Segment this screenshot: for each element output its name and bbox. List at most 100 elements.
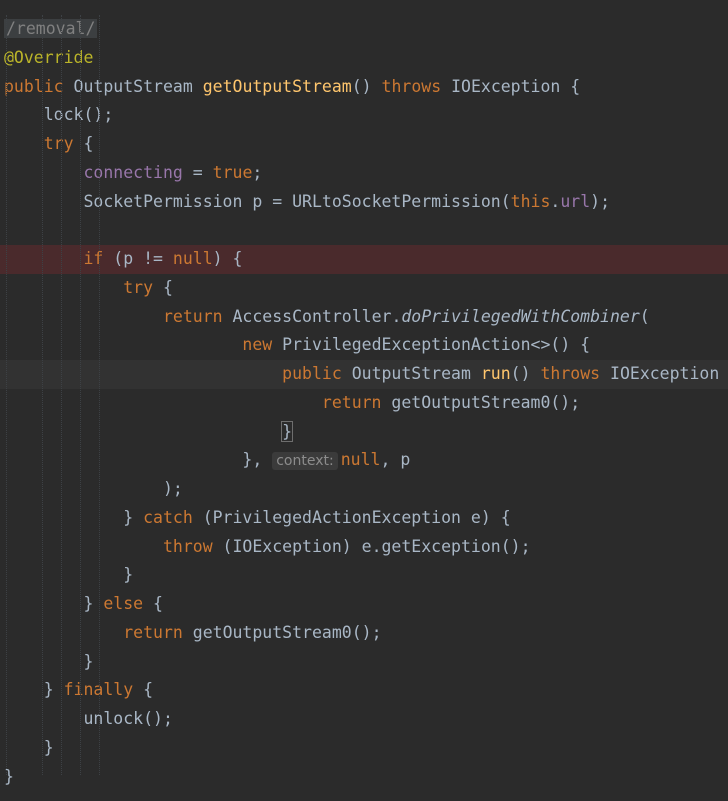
code-line[interactable]: try { — [0, 274, 728, 303]
code-token: ( — [639, 306, 650, 326]
code-token: }, — [242, 450, 273, 470]
code-token: ) { — [212, 249, 243, 268]
code-token: try — [123, 277, 154, 297]
code-line[interactable]: } — [0, 734, 728, 763]
code-line[interactable]: public OutputStream getOutputStream() th… — [0, 73, 728, 102]
code-token: lock(); — [43, 105, 114, 125]
code-token: } — [123, 565, 134, 585]
code-token: throws — [381, 76, 442, 96]
code-line[interactable]: return getOutputStream0(); — [0, 619, 728, 648]
code-token: PrivilegedExceptionAction<>() { — [272, 335, 591, 355]
code-line[interactable]: @Override — [0, 44, 728, 73]
code-line[interactable]: } — [0, 763, 728, 792]
code-token: ); — [590, 191, 611, 211]
code-line[interactable]: SocketPermission p = URLtoSocketPermissi… — [0, 188, 728, 217]
code-line[interactable]: unlock(); — [0, 705, 728, 734]
code-token: /removal/ — [4, 19, 98, 38]
code-line[interactable]: new PrivilegedExceptionAction<>() { — [0, 331, 728, 360]
code-line[interactable]: } else { — [0, 590, 728, 619]
code-token: SocketPermission p = URLtoSocketPermissi… — [83, 191, 511, 211]
indent-guide — [61, 15, 63, 775]
code-token: { — [570, 76, 581, 96]
code-token: OutputStream — [73, 76, 193, 96]
code-token: AccessController. — [222, 306, 402, 326]
code-token: public — [282, 364, 342, 383]
code-token: OutputStream — [341, 364, 481, 383]
code-line[interactable]: lock(); — [0, 101, 728, 130]
code-line[interactable]: }, context: null, p — [0, 446, 728, 475]
code-line[interactable]: } — [0, 648, 728, 677]
code-token: this — [510, 191, 551, 211]
code-line[interactable]: /removal/ — [0, 15, 728, 44]
code-token: catch — [143, 507, 193, 527]
code-line[interactable]: if (p != null) { — [0, 245, 728, 274]
code-line[interactable]: connecting = true; — [0, 159, 728, 188]
code-token: { — [153, 277, 173, 297]
code-token: getOutputStream0(); — [182, 622, 382, 642]
code-token: null — [172, 249, 213, 268]
code-line[interactable]: try { — [0, 130, 728, 159]
code-line[interactable]: ); — [0, 475, 728, 504]
code-line[interactable]: return getOutputStream0(); — [0, 389, 728, 418]
code-line[interactable]: } — [0, 561, 728, 590]
code-token: } — [83, 651, 94, 671]
code-token: throws — [540, 364, 601, 383]
code-token: true — [212, 162, 253, 182]
code-token: ); — [162, 479, 183, 498]
code-line[interactable]: } finally { — [0, 676, 728, 705]
code-token: return — [162, 306, 223, 326]
code-token: getOutputStream0(); — [381, 392, 581, 412]
code-line[interactable]: throw (IOException) e.getException(); — [0, 533, 728, 562]
code-token: new — [242, 335, 273, 355]
code-token: } — [281, 420, 294, 442]
code-token: ; — [252, 162, 263, 182]
code-editor[interactable]: /removal/@Override public OutputStream ge… — [0, 15, 728, 791]
code-token: public — [4, 76, 64, 96]
code-token: (p != — [103, 249, 173, 268]
code-line[interactable]: return AccessController.doPrivilegedWith… — [0, 303, 728, 332]
code-line[interactable]: public OutputStream run() throws IOExcep… — [0, 360, 728, 389]
code-token: url — [560, 191, 591, 211]
code-token: } — [123, 507, 144, 527]
code-token: IOException — [600, 364, 728, 383]
code-token: = — [182, 162, 213, 182]
code-token: try — [43, 134, 74, 153]
code-token: else — [103, 594, 144, 613]
indent-guide — [99, 15, 101, 775]
code-token: () — [351, 76, 372, 96]
code-line[interactable] — [0, 216, 728, 245]
code-token: . — [550, 191, 561, 211]
code-token: IOException — [451, 76, 561, 96]
code-token: () — [510, 364, 541, 383]
code-token: run — [480, 364, 511, 383]
code-token: { — [83, 134, 94, 153]
indent-guide — [80, 15, 82, 775]
code-token: (PrivilegedActionException e) { — [192, 507, 511, 527]
code-line[interactable]: } catch (PrivilegedActionException e) { — [0, 504, 728, 533]
code-token: { — [133, 680, 154, 700]
code-line[interactable]: } — [0, 418, 728, 447]
code-token: (IOException) e.getException(); — [212, 536, 531, 556]
parameter-hint: context: — [272, 452, 338, 471]
code-token: getOutputStream — [202, 76, 352, 96]
